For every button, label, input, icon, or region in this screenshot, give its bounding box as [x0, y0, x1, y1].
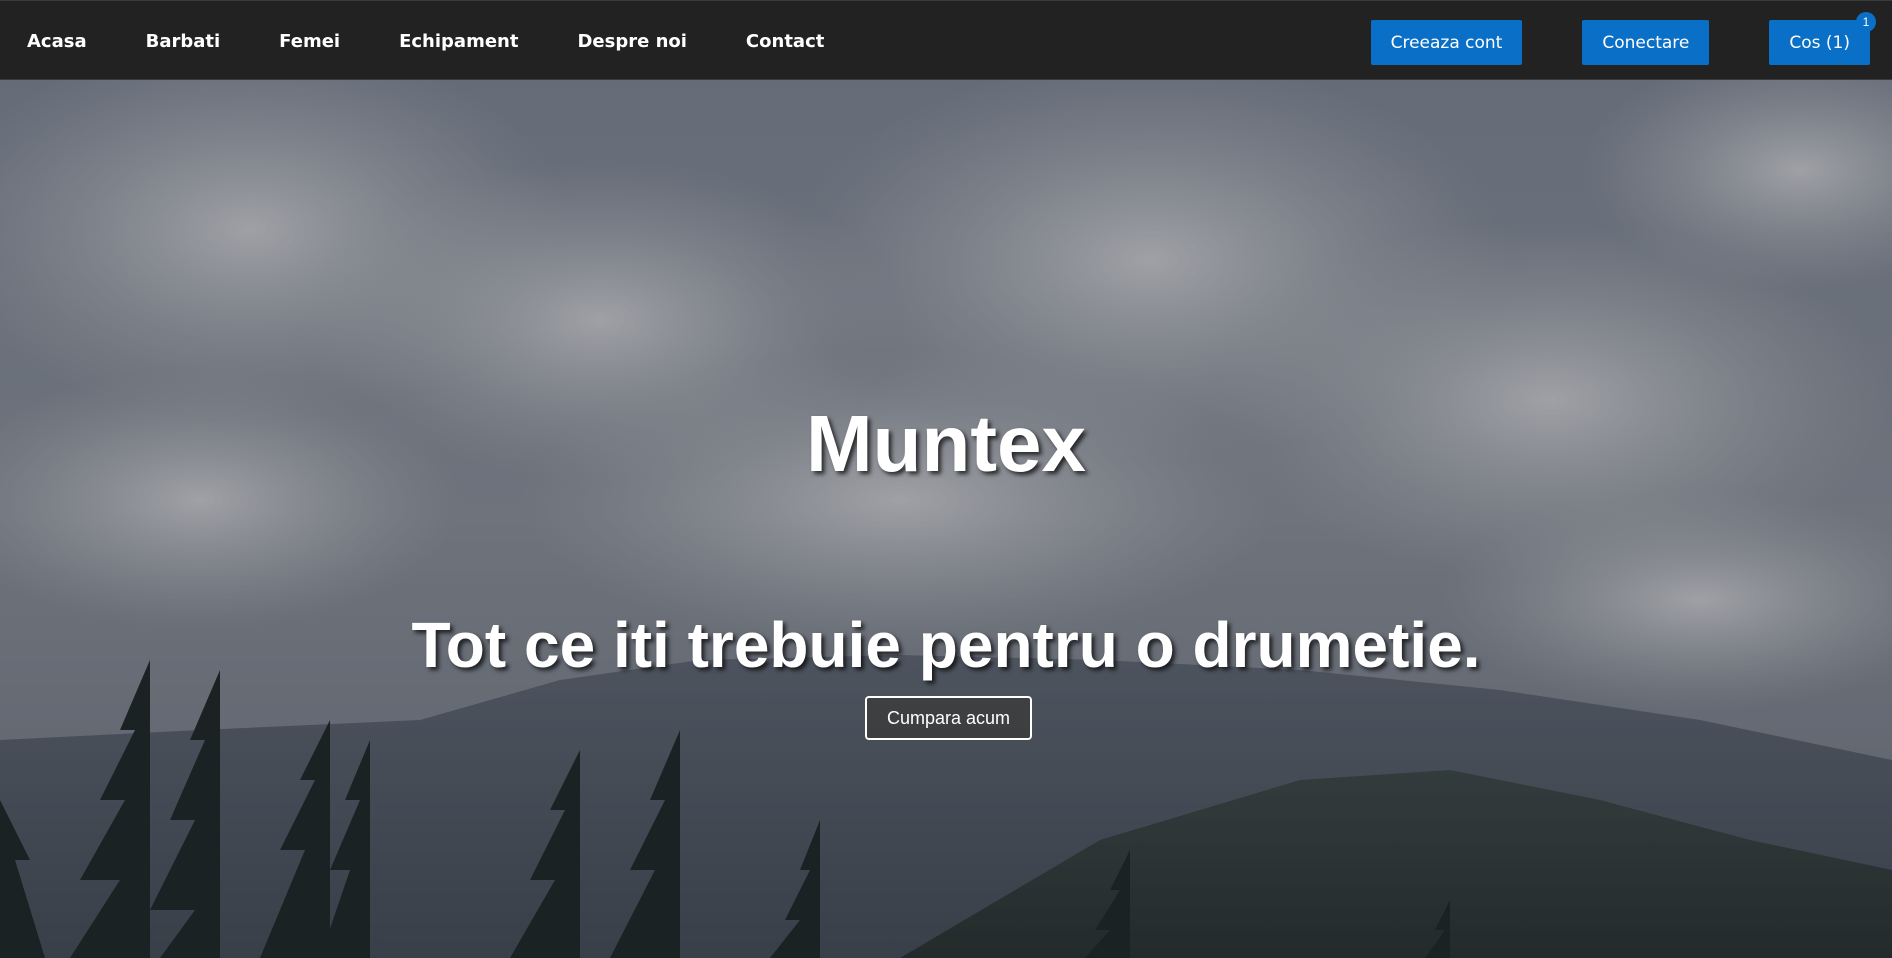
top-navbar: Acasa Barbati Femei Echipament Despre no… [0, 0, 1892, 80]
nav-link-acasa[interactable]: Acasa [27, 31, 87, 52]
cart-label: Cos (1) [1789, 32, 1850, 53]
create-account-button[interactable]: Creeaza cont [1370, 20, 1523, 65]
main-nav: Acasa Barbati Femei Echipament Despre no… [27, 1, 883, 81]
nav-link-echipament[interactable]: Echipament [399, 31, 518, 52]
nav-actions: Creeaza cont Conectare Cos (1) 1 [1370, 12, 1876, 65]
hero-title: Muntex [806, 399, 1086, 488]
nav-link-despre-noi[interactable]: Despre noi [577, 31, 686, 52]
nav-link-femei[interactable]: Femei [279, 31, 340, 52]
shop-now-button[interactable]: Cumpara acum [865, 696, 1032, 740]
nav-link-contact[interactable]: Contact [746, 31, 824, 52]
login-button[interactable]: Conectare [1582, 20, 1710, 65]
nav-link-barbati[interactable]: Barbati [146, 31, 221, 52]
cart-button[interactable]: Cos (1) 1 [1769, 12, 1876, 65]
cart-count-badge: 1 [1856, 12, 1876, 32]
hero-section: Muntex Tot ce iti trebuie pentru o drume… [0, 80, 1892, 958]
hero-overlay [0, 80, 1892, 958]
hero-subtitle: Tot ce iti trebuie pentru o drumetie. [411, 609, 1481, 681]
